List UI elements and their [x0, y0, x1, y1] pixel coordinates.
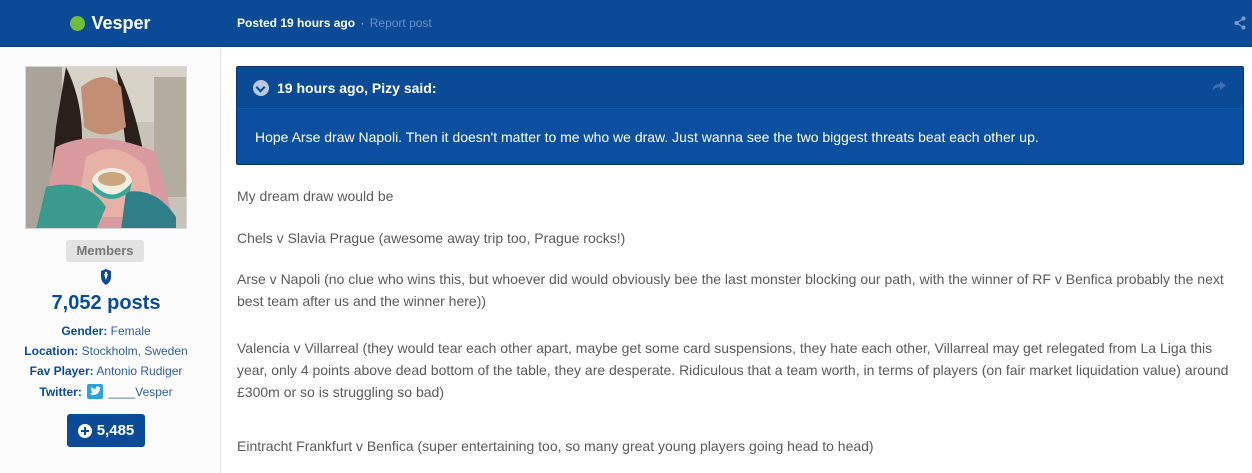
profile-field-twitter: Twitter: ____Vesper	[0, 384, 212, 399]
report-post-link[interactable]: Report post	[370, 16, 432, 30]
fav-player-label: Fav Player:	[29, 364, 94, 378]
quote-citation[interactable]: 19 hours ago, Pizy said:	[277, 80, 437, 96]
chevron-down-icon[interactable]	[253, 80, 269, 96]
content-paragraph: Eintracht Frankfurt v Benfica (super ent…	[237, 438, 874, 454]
content-paragraph: My dream draw would be	[237, 188, 394, 204]
location-label: Location:	[24, 344, 79, 358]
gender-value: Female	[110, 324, 151, 338]
gender-label: Gender:	[61, 324, 108, 338]
chelsea-crest-icon	[101, 269, 111, 285]
quote-text: Hope Arse draw Napoli. Then it doesn't m…	[238, 108, 1243, 164]
plus-icon	[77, 423, 92, 438]
twitter-icon[interactable]	[87, 384, 104, 399]
author-sidebar: Members 7,052 posts Gender: Female Locat…	[0, 47, 221, 473]
post-time[interactable]: 19 hours ago	[280, 16, 355, 30]
member-group-badge: Members	[66, 240, 144, 262]
fav-player-value: Antonio Rudiger	[96, 364, 183, 378]
author-name-link[interactable]: Vesper	[91, 13, 150, 34]
post-count: 7,052 posts	[51, 292, 161, 314]
meta-separator: ·	[360, 16, 365, 30]
reputation-count: 5,485	[96, 422, 135, 439]
avatar[interactable]	[25, 66, 187, 229]
post-header: Vesper Posted 19 hours ago · Report post	[0, 0, 1252, 47]
reputation-button[interactable]: 5,485	[67, 414, 145, 447]
profile-field-gender: Gender: Female	[0, 324, 212, 338]
profile-field-location: Location: Stockholm, Sweden	[0, 344, 212, 358]
twitter-label: Twitter:	[39, 385, 82, 399]
quote-share-icon[interactable]	[1211, 79, 1227, 93]
content-paragraph: Chels v Slavia Prague (awesome away trip…	[237, 230, 626, 246]
profile-field-fav-player: Fav Player: Antonio Rudiger	[0, 364, 212, 378]
twitter-handle[interactable]: ____Vesper	[109, 385, 173, 399]
posted-label: Posted	[237, 16, 278, 30]
share-icon[interactable]	[1234, 16, 1246, 30]
quote-header: 19 hours ago, Pizy said:	[237, 67, 1243, 109]
quote-block: 19 hours ago, Pizy said: Hope Arse draw …	[236, 66, 1244, 165]
content-paragraph: Valencia v Villarreal (they would tear e…	[237, 340, 1229, 400]
location-value: Stockholm, Sweden	[81, 344, 188, 358]
online-status-icon	[70, 16, 86, 31]
post-meta: Posted 19 hours ago · Report post	[237, 16, 432, 30]
content-paragraph: Arse v Napoli (no clue who wins this, bu…	[237, 271, 1224, 309]
author-header: Vesper	[0, 0, 221, 47]
